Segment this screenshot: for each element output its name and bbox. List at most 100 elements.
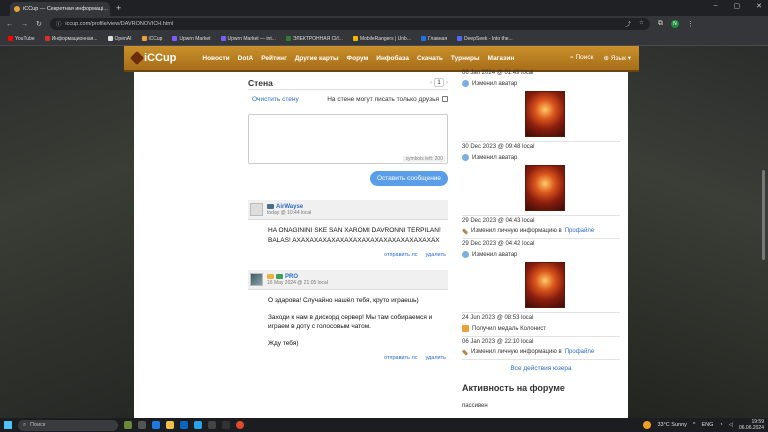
pen-icon xyxy=(461,227,469,235)
bookmark-favicon-icon xyxy=(457,36,463,41)
bookmark-star-icon[interactable]: ☆ xyxy=(639,20,644,28)
bookmark-item[interactable]: Upwrn Market xyxy=(172,35,211,42)
forward-icon[interactable]: → xyxy=(21,21,28,28)
address-input[interactable]: ⓘ iccup.com/profile/view/DAVRONOVICH.htm… xyxy=(49,18,650,30)
post-date: 16 May 2024 @ 21:05 local xyxy=(267,279,328,286)
bookmark-item[interactable]: iCCup xyxy=(141,36,162,42)
bookmark-item[interactable]: YouTube xyxy=(8,36,35,42)
store-icon[interactable] xyxy=(180,421,188,429)
profile-avatar[interactable]: N xyxy=(670,20,679,28)
avatar-thumbnail[interactable] xyxy=(525,91,565,137)
reload-icon[interactable]: ↻ xyxy=(36,20,42,28)
avatar-thumbnail[interactable] xyxy=(525,165,565,211)
bookmark-item[interactable]: ЭЛЕКТРОННАЯ СИ... xyxy=(285,36,343,42)
post-text: Заходи к нам в дискорд сервер! Мы там со… xyxy=(268,313,433,331)
bookmark-label: YouTube xyxy=(15,35,35,42)
windows-start-icon[interactable] xyxy=(4,421,12,429)
nav-link[interactable]: Новости xyxy=(202,55,229,62)
profile-link[interactable]: Профайле xyxy=(565,228,594,234)
only-friends-checkbox[interactable] xyxy=(442,96,448,102)
bookmark-item[interactable]: Информационная... xyxy=(44,35,98,42)
activity-date: 29 Dec 2023 @ 04:42 local xyxy=(462,241,535,247)
activity-text: Изменил аватар xyxy=(472,80,518,87)
bookmark-item[interactable]: OpenAI xyxy=(107,36,132,42)
iccup-logo-icon xyxy=(129,50,145,66)
activity-item: 29 Dec 2023 @ 04:42 local Изменил аватар xyxy=(462,239,620,313)
profile-link[interactable]: Профайле xyxy=(565,349,594,355)
activity-date: 06 Jan 2023 @ 22:10 local xyxy=(462,339,534,345)
page-scrollbar[interactable] xyxy=(762,170,765,260)
bookmark-item[interactable]: DeepSeek - Into the... xyxy=(457,36,513,42)
bookmark-item[interactable]: MobileRangers | Unb... xyxy=(352,36,411,42)
weather-text[interactable]: 33°C Sunny xyxy=(657,422,686,428)
chrome-icon[interactable] xyxy=(236,421,244,429)
bookmark-label: Информационная... xyxy=(51,35,98,42)
avatar-thumbnail[interactable] xyxy=(525,262,565,308)
site-search-button[interactable]: ⌕ Поиск xyxy=(570,54,593,62)
bookmark-label: DeepSeek - Into the... xyxy=(464,35,513,42)
nav-link[interactable]: Инфобаза xyxy=(376,55,409,62)
activity-item: 24 Jun 2023 @ 08:53 local Получил медаль … xyxy=(462,313,620,337)
task-view-icon[interactable] xyxy=(138,421,146,429)
activity-text: Изменил личную информацию в xyxy=(471,349,562,355)
edge-icon[interactable] xyxy=(152,421,160,429)
post-author[interactable]: PRO xyxy=(285,274,298,280)
share-icon[interactable]: ⤴ xyxy=(625,20,631,28)
activity-item: 06 Jan 2023 @ 22:10 local Изменил личную … xyxy=(461,337,620,360)
delete-post-link[interactable]: удалить xyxy=(425,252,446,258)
nav-link[interactable]: Магазин xyxy=(488,55,515,62)
tray-chevron-icon[interactable]: ^ xyxy=(693,422,696,428)
file-explorer-icon[interactable] xyxy=(166,421,174,429)
telegram-icon[interactable] xyxy=(194,421,202,429)
nav-link[interactable]: Турниры xyxy=(451,55,480,62)
nav-link[interactable]: Рейтинг xyxy=(261,55,287,62)
app-icon[interactable] xyxy=(208,421,216,429)
bookmark-favicon-icon xyxy=(172,36,178,41)
post-date: today @ 10:44 local xyxy=(267,209,312,216)
network-icon[interactable]: ◔ xyxy=(719,422,722,428)
bookmark-item[interactable]: Главная xyxy=(421,36,447,42)
site-logo[interactable]: iCCup xyxy=(129,50,176,66)
pager-current-page[interactable]: 1 xyxy=(434,78,444,87)
avatar[interactable] xyxy=(250,273,263,286)
extensions-icon[interactable]: ⧉ xyxy=(658,20,663,28)
send-pm-link[interactable]: отправить лс xyxy=(384,252,417,258)
game-app-icon[interactable] xyxy=(124,421,132,429)
avatar[interactable] xyxy=(250,203,263,216)
pager-prev-icon[interactable]: ‹ xyxy=(430,80,432,86)
clock[interactable]: 19:59 06.06.2024 xyxy=(739,419,764,431)
user-icon xyxy=(462,251,469,258)
site-info-icon[interactable]: ⓘ xyxy=(56,20,62,28)
activity-text: Изменил аватар xyxy=(472,251,518,258)
nav-link[interactable]: Другие карты xyxy=(295,55,339,62)
medal-icon xyxy=(462,325,469,332)
wall-message-input[interactable]: symbols left: 200 xyxy=(248,114,448,164)
only-friends-label: На стене могут писать только друзья xyxy=(327,95,439,103)
menu-icon[interactable]: ⋮ xyxy=(687,20,694,28)
browser-tab[interactable]: iCCup — Секретная информаці... × xyxy=(10,2,110,16)
app-icon[interactable] xyxy=(222,421,230,429)
volume-icon[interactable]: ◁ xyxy=(729,422,733,428)
delete-post-link[interactable]: удалить xyxy=(425,355,446,361)
close-window-icon[interactable]: ✕ xyxy=(756,2,762,10)
pager-next-icon[interactable]: › xyxy=(446,80,448,86)
nav-link[interactable]: Форум xyxy=(347,55,369,62)
activity-feed: 06 Jan 2024 @ 01:49 local Изменил аватар 3… xyxy=(461,68,620,372)
nav-link[interactable]: DotA xyxy=(238,55,254,62)
send-pm-link[interactable]: отправить лс xyxy=(384,355,417,361)
taskbar-search[interactable]: ⌕ Поиск xyxy=(18,419,118,431)
send-message-button[interactable]: Оставить сообщение xyxy=(370,171,448,186)
post-author[interactable]: AirWayse xyxy=(276,204,303,210)
maximize-icon[interactable]: ▢ xyxy=(734,2,741,10)
minimize-icon[interactable]: – xyxy=(714,2,718,10)
clear-wall-button[interactable]: Очистить стену xyxy=(248,96,299,103)
bookmark-label: Upwrn Market xyxy=(179,35,211,42)
nav-link[interactable]: Скачать xyxy=(417,55,443,62)
all-user-actions-link[interactable]: Все действия юзера xyxy=(462,365,620,372)
wall-pager: ‹ 1 › xyxy=(430,78,448,87)
language-indicator[interactable]: ENG xyxy=(701,422,713,428)
new-tab-button[interactable]: + xyxy=(116,3,121,13)
back-icon[interactable]: ← xyxy=(6,21,13,28)
language-dropdown[interactable]: ⊕ Язык ▾ xyxy=(603,54,631,62)
bookmark-item[interactable]: Upwrn Market — int... xyxy=(220,36,276,42)
